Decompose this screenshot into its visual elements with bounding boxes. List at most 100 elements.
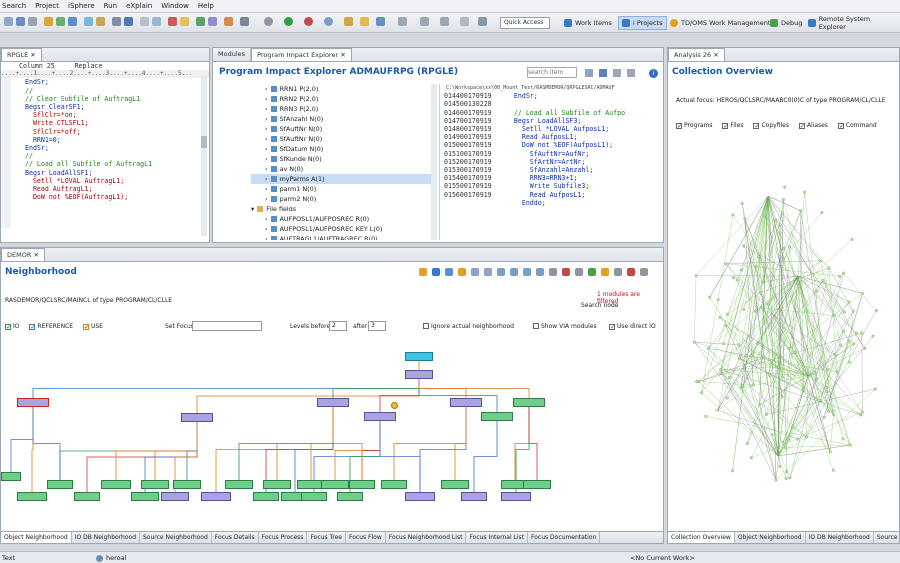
export-icon[interactable] <box>575 268 583 276</box>
graph-node[interactable] <box>790 425 794 429</box>
graph-node[interactable] <box>754 264 758 268</box>
module-node[interactable] <box>481 412 513 421</box>
graph-node[interactable] <box>761 280 765 284</box>
info-icon[interactable]: i <box>649 69 658 78</box>
graph-node[interactable] <box>724 262 728 266</box>
settings-icon[interactable] <box>614 268 622 276</box>
graph-node[interactable] <box>722 342 725 346</box>
tree-item[interactable]: › SfAuftNr N(0) <box>251 134 431 144</box>
library-icon[interactable] <box>224 17 233 26</box>
graph-node[interactable] <box>825 390 829 394</box>
levels-after-spinner[interactable]: 3 <box>368 321 386 331</box>
gear-icon[interactable] <box>264 17 273 26</box>
graph-node[interactable] <box>795 282 799 285</box>
graph-node[interactable] <box>847 300 851 304</box>
module-node[interactable] <box>317 398 349 407</box>
graph-node[interactable] <box>751 350 755 354</box>
tab-focus-documentation[interactable]: Focus Documentation <box>528 532 601 543</box>
set-focus-input[interactable] <box>192 321 262 331</box>
graph-node[interactable] <box>860 410 864 414</box>
graph-node[interactable] <box>732 276 735 280</box>
filter-icon[interactable] <box>601 268 609 276</box>
expand-icon[interactable]: › <box>265 135 268 143</box>
collection-graph[interactable] <box>668 136 899 526</box>
graph-node[interactable] <box>784 476 788 480</box>
graph-node[interactable] <box>744 354 748 358</box>
filter-command[interactable]: Command <box>837 122 877 129</box>
module-node[interactable] <box>141 480 169 489</box>
menu-window[interactable]: Window <box>161 2 189 10</box>
graph-node[interactable] <box>787 347 791 351</box>
graph-node[interactable] <box>753 309 757 313</box>
module-node[interactable] <box>47 480 73 489</box>
graph-node[interactable] <box>692 340 696 344</box>
graph-node[interactable] <box>745 442 749 445</box>
graph-node[interactable] <box>871 334 875 338</box>
module-node[interactable] <box>450 398 482 407</box>
module-node[interactable] <box>161 492 189 501</box>
graph-node[interactable] <box>704 414 708 418</box>
tree-item[interactable]: ▾ File fields <box>251 204 431 214</box>
graph-node[interactable] <box>777 365 781 369</box>
zoom-out-icon[interactable] <box>523 268 531 276</box>
expand-icon[interactable]: › <box>265 85 268 93</box>
member-icon[interactable] <box>208 17 217 26</box>
module-node[interactable] <box>181 413 213 422</box>
run-icon[interactable] <box>284 17 293 26</box>
expand-icon[interactable]: ▾ <box>251 205 254 213</box>
menu-project[interactable]: Project <box>35 2 59 10</box>
perspective-rse[interactable]: Remote System Explorer <box>804 15 900 31</box>
graph-node[interactable] <box>780 211 784 215</box>
graph-node[interactable] <box>785 470 789 474</box>
checkbox[interactable] <box>423 323 429 329</box>
module-node[interactable] <box>461 492 487 501</box>
graph-node[interactable] <box>833 353 837 357</box>
graph-node[interactable] <box>839 343 843 347</box>
graph-node[interactable] <box>831 468 835 472</box>
arrow-left-icon[interactable] <box>420 17 429 26</box>
graph-node[interactable] <box>769 362 773 366</box>
zoom-reset-icon[interactable] <box>536 268 544 276</box>
graph-node[interactable] <box>860 331 864 335</box>
source-viewer[interactable]: C:\Workspace\xx\00_Mount Test/RASMDEMOR/… <box>439 84 661 240</box>
quick-access-input[interactable]: Quick Access <box>500 17 550 29</box>
message-icon[interactable] <box>180 17 189 26</box>
tab-demor[interactable]: DEMOR ✕ <box>1 248 45 261</box>
graph-node[interactable] <box>851 309 855 313</box>
graph-node[interactable] <box>736 278 739 282</box>
module-node[interactable] <box>321 480 349 489</box>
graph-node[interactable] <box>727 375 731 379</box>
graph-node[interactable] <box>757 255 761 259</box>
expand-icon[interactable]: › <box>265 235 268 240</box>
bookmark-icon[interactable] <box>376 17 385 26</box>
graph-node[interactable] <box>740 268 743 272</box>
graph-node[interactable] <box>737 343 741 347</box>
graph-node[interactable] <box>724 324 728 327</box>
graph-node[interactable] <box>725 396 729 400</box>
neighborhood-diagram[interactable] <box>1 344 663 528</box>
tab-focus-internal-list[interactable]: Focus Internal List <box>466 532 528 543</box>
maximize-icon[interactable] <box>627 69 635 77</box>
tree-item[interactable]: › AUFTRAGL1/AUFTRAGREC R(0) <box>251 234 431 240</box>
expand-icon[interactable]: › <box>265 115 268 123</box>
module-node[interactable] <box>301 492 327 501</box>
expand-icon[interactable]: › <box>265 195 268 203</box>
graph-node[interactable] <box>828 450 832 454</box>
checkbox[interactable] <box>533 323 539 329</box>
graph-node[interactable] <box>743 217 747 221</box>
impact-tree[interactable]: › RRN1 P(2,0) › RRN2 P(2,0) › RRN3 P(2,0) › SfA… <box>251 84 431 240</box>
graph-node[interactable] <box>802 387 806 391</box>
debug-icon[interactable] <box>304 17 313 26</box>
graph-node[interactable] <box>815 289 819 293</box>
module-node[interactable] <box>364 412 396 421</box>
pencil-icon[interactable] <box>360 17 369 26</box>
graph-node[interactable] <box>768 373 772 377</box>
tab-focus-tree[interactable]: Focus Tree <box>307 532 346 543</box>
tab-focus-flow[interactable]: Focus Flow <box>346 532 386 543</box>
graph-node[interactable] <box>841 437 845 441</box>
graph-node[interactable] <box>706 346 710 350</box>
scroll-thumb[interactable] <box>201 136 207 148</box>
tree-item[interactable]: › RRN1 P(2,0) <box>251 84 431 94</box>
graph-node[interactable] <box>805 309 809 313</box>
object-icon[interactable] <box>196 17 205 26</box>
